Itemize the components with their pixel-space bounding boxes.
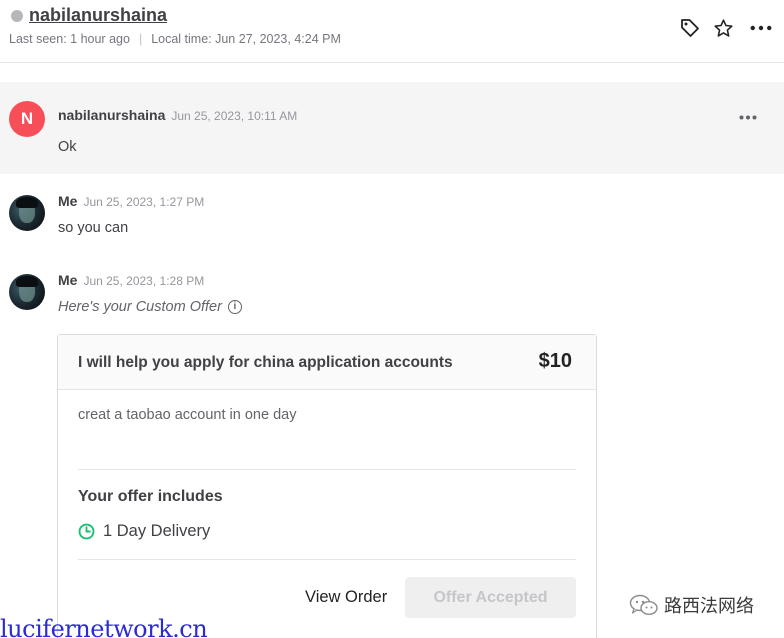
message-sender: Me Jun 25, 2023, 1:28 PM (58, 272, 204, 288)
status-indicator (11, 10, 23, 22)
message-timestamp: Jun 25, 2023, 1:27 PM (83, 195, 205, 209)
offer-delivery: 1 Day Delivery (78, 522, 210, 541)
offer-divider (78, 559, 576, 560)
message-item: Me Jun 25, 2023, 1:28 PM (0, 259, 784, 310)
avatar[interactable] (9, 195, 45, 231)
message-item: N nabilanurshaina Jun 25, 2023, 10:11 AM … (0, 82, 784, 174)
custom-offer-card: I will help you apply for china applicat… (57, 334, 597, 638)
star-icon[interactable] (712, 17, 734, 39)
message-sender: Me Jun 25, 2023, 1:27 PM (58, 193, 204, 209)
contact-meta: Last seen: 1 hour ago | Local time: Jun 27… (9, 32, 341, 46)
tag-icon[interactable] (679, 17, 701, 39)
avatar[interactable] (9, 274, 45, 310)
message-timestamp: Jun 25, 2023, 10:11 AM (171, 109, 298, 123)
meta-separator: | (138, 32, 143, 46)
sender-name: Me (58, 272, 78, 288)
local-time-text: Local time: Jun 27, 2023, 4:24 PM (151, 32, 341, 46)
sender-name[interactable]: nabilanurshaina (58, 107, 165, 123)
wechat-icon (629, 594, 658, 616)
message-item: Me Jun 25, 2023, 1:27 PM so you can (0, 180, 784, 260)
offer-header: I will help you apply for china applicat… (58, 335, 596, 390)
message-sender: nabilanurshaina Jun 25, 2023, 10:11 AM (58, 107, 297, 123)
last-seen-text: Last seen: 1 hour ago (9, 32, 130, 46)
message-more-icon[interactable] (739, 104, 757, 125)
conversation-header: nabilanurshaina Last seen: 1 hour ago | Lo… (0, 0, 784, 63)
watermark-site-text: lucifernetwork.cn (0, 615, 208, 638)
delivery-text: 1 Day Delivery (103, 522, 211, 540)
avatar[interactable]: N (9, 101, 45, 137)
custom-offer-intro-text: Here's your Custom Offer (58, 299, 222, 315)
view-order-button[interactable]: View Order (305, 588, 387, 607)
message-timestamp: Jun 25, 2023, 1:28 PM (83, 274, 205, 288)
contact-name-link[interactable]: nabilanurshaina (29, 5, 167, 26)
more-options-icon[interactable] (750, 17, 772, 39)
watermark-brand: 路西法网络 (628, 592, 754, 618)
offer-includes-title: Your offer includes (78, 488, 223, 505)
offer-divider (78, 469, 576, 470)
message-text: Ok (58, 139, 77, 155)
offer-title: I will help you apply for china applicat… (78, 354, 453, 371)
sender-name: Me (58, 193, 78, 209)
scrolled-off-message-fragment (60, 50, 64, 62)
info-icon[interactable]: i (227, 300, 242, 314)
watermark-brand-text: 路西法网络 (664, 596, 754, 616)
offer-description: creat a taobao account in one day (78, 407, 297, 423)
custom-offer-intro: Here's your Custom Offer i (58, 299, 242, 315)
offer-price: $10 (538, 350, 572, 372)
message-text: so you can (58, 220, 129, 236)
offer-accepted-button: Offer Accepted (405, 577, 576, 618)
clock-icon (78, 523, 95, 540)
